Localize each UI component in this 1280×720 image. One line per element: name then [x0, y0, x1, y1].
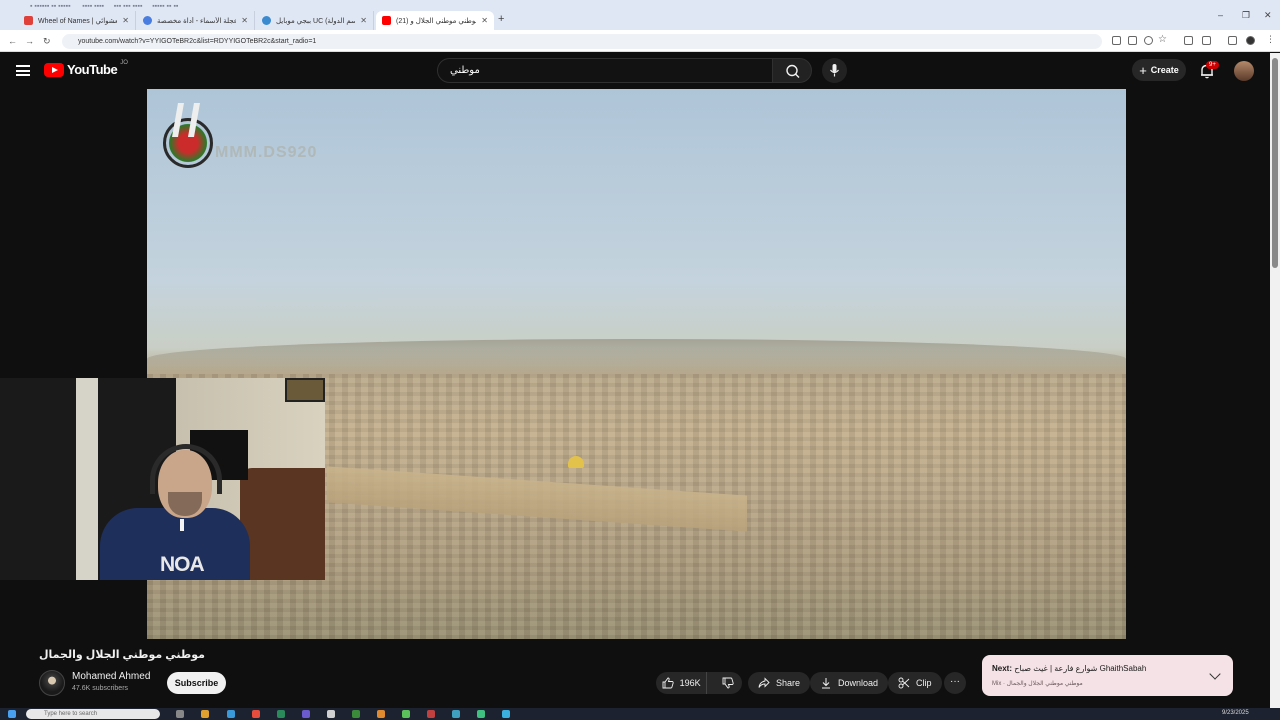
taskbar-clock: 9/23/2025 [1222, 710, 1249, 716]
youtube-favicon-icon [382, 16, 391, 25]
background-tab-row: ▪ ▪▪▪▪▪▪ ▪▪ ▪▪▪▪▪ ▪▪▪▪ ▪▪▪▪ ▪▪▪ ▪▪▪ ▪▪▪▪… [30, 3, 179, 10]
chevron-down-icon[interactable] [1209, 668, 1221, 680]
extension-icon[interactable] [1184, 36, 1193, 45]
webcam-picture-frame [285, 378, 325, 402]
hamburger-menu-icon[interactable] [16, 65, 30, 76]
up-next-card[interactable]: Next: شوارع فارعة | غيث صباح GhaithSabah… [982, 655, 1233, 696]
scrollbar-thumb[interactable] [1272, 58, 1278, 268]
voice-search-button[interactable] [822, 58, 847, 83]
share-icon [758, 677, 770, 688]
distant-hills [147, 339, 1126, 379]
account-avatar[interactable] [1234, 61, 1254, 81]
tab-pubg-uc[interactable]: ببجي موبايل UC (اسم الدولة) | دي... ✕ [256, 11, 374, 30]
reload-icon[interactable]: ↻ [43, 36, 51, 47]
more-actions-button[interactable]: ··· [944, 672, 966, 694]
microphone-icon [830, 64, 839, 77]
up-next-line: Next: شوارع فارعة | غيث صباح GhaithSabah [992, 664, 1147, 673]
app-icon[interactable] [277, 710, 285, 718]
youtube-play-icon [44, 62, 64, 77]
app-icon[interactable] [427, 710, 435, 718]
youtube-logo[interactable]: YouTube JO [44, 60, 128, 77]
close-tab-icon[interactable]: ✕ [122, 16, 129, 25]
app-icon[interactable] [502, 710, 510, 718]
tab-names-wheel-program[interactable]: برنامج عجلة الأسماء - أداة مخصصة... ✕ [137, 11, 255, 30]
channel-avatar[interactable] [39, 670, 65, 696]
channel-name[interactable]: Mohamed Ahmed [72, 671, 150, 682]
webcam-overlay: NOA [0, 378, 325, 580]
close-tab-icon[interactable]: ✕ [481, 16, 488, 25]
app-icon[interactable] [352, 710, 360, 718]
app-icon[interactable] [327, 710, 335, 718]
chrome-favicon-icon [143, 16, 152, 25]
chrome-icon[interactable] [252, 710, 260, 718]
share-button[interactable]: Share [748, 672, 811, 694]
plus-icon: + [1139, 62, 1147, 78]
translate-icon[interactable] [1128, 36, 1137, 45]
profile-icon[interactable] [1246, 36, 1255, 45]
webcam-door [76, 378, 98, 580]
forward-icon[interactable]: → [25, 36, 34, 46]
browser-toolbar: ← → ↻ youtube.com/watch?v=YYIGOTeBR2c&li… [0, 30, 1280, 52]
app-icon[interactable] [402, 710, 410, 718]
close-tab-icon[interactable]: ✕ [360, 16, 367, 25]
thumbs-down-icon [722, 677, 734, 689]
edge-icon[interactable] [227, 710, 235, 718]
like-button[interactable]: 196K [656, 672, 708, 694]
subscriber-count: 47.6K subscribers [72, 685, 129, 692]
windows-taskbar: Type here to search 9/23/2025 [0, 708, 1280, 720]
search-icon [786, 64, 800, 78]
tab-wheel-of-names[interactable]: Wheel of Names | عجلة الاسم العشوائي ✕ [18, 11, 136, 30]
restore-icon[interactable]: ❐ [1242, 10, 1250, 21]
bookmark-star-icon[interactable]: ☆ [1158, 34, 1167, 45]
webcam-chair [240, 468, 325, 580]
close-window-icon[interactable]: ✕ [1264, 10, 1272, 21]
search-input[interactable]: موطني [437, 58, 773, 83]
app-icon[interactable] [452, 710, 460, 718]
taskbar-search-input[interactable]: Type here to search [26, 709, 160, 719]
close-tab-icon[interactable]: ✕ [241, 16, 248, 25]
scissors-icon [898, 677, 910, 689]
golden-dome [568, 456, 584, 468]
cast-icon[interactable] [1112, 36, 1121, 45]
globe-favicon-icon [262, 16, 271, 25]
notification-badge: 9+ [1206, 61, 1219, 69]
puzzle-icon[interactable] [1202, 36, 1211, 45]
clip-button[interactable]: Clip [888, 672, 942, 694]
task-view-icon[interactable] [176, 710, 184, 718]
up-next-title: شوارع فارعة | غيث صباح GhaithSabah [1014, 664, 1147, 673]
search-button[interactable] [772, 58, 812, 83]
sidebar-icon[interactable] [1228, 36, 1237, 45]
zoom-icon[interactable] [1144, 36, 1153, 45]
back-icon[interactable]: ← [8, 36, 17, 46]
start-icon[interactable] [8, 710, 16, 718]
app-icon[interactable] [302, 710, 310, 718]
create-button[interactable]: + Create [1132, 59, 1186, 81]
download-icon [822, 678, 830, 689]
app-icon[interactable] [477, 710, 485, 718]
video-watermark: MMM.DS920 [163, 103, 343, 178]
address-bar[interactable]: youtube.com/watch?v=YYIGOTeBR2c&list=RDY… [62, 34, 1102, 49]
menu-dots-icon[interactable]: ⋮ [1266, 34, 1275, 45]
minimize-icon[interactable]: – [1218, 10, 1223, 20]
dislike-button[interactable] [713, 672, 742, 694]
cigarette [180, 519, 184, 531]
subscribe-button[interactable]: Subscribe [167, 672, 226, 694]
tab-youtube-active[interactable]: (21) موطني موطني الجلال و... ✕ [376, 11, 494, 30]
youtube-header: YouTube JO موطني + Create 9+ [0, 53, 1270, 89]
video-title: موطني موطني الجلال والجمال [39, 649, 205, 661]
like-dislike-group: 196K [656, 672, 742, 694]
file-explorer-icon[interactable] [201, 710, 209, 718]
thumbs-up-icon [662, 677, 674, 689]
app-icon[interactable] [377, 710, 385, 718]
download-button[interactable]: Download [810, 672, 889, 694]
browser-tabstrip: ▪ ▪▪▪▪▪▪ ▪▪ ▪▪▪▪▪ ▪▪▪▪ ▪▪▪▪ ▪▪▪ ▪▪▪ ▪▪▪▪… [0, 0, 1280, 30]
new-tab-icon[interactable]: + [498, 13, 504, 25]
wheel-favicon-icon [24, 16, 33, 25]
up-next-subtitle: Mix · موطني موطني الجلال والجمال [992, 681, 1083, 687]
